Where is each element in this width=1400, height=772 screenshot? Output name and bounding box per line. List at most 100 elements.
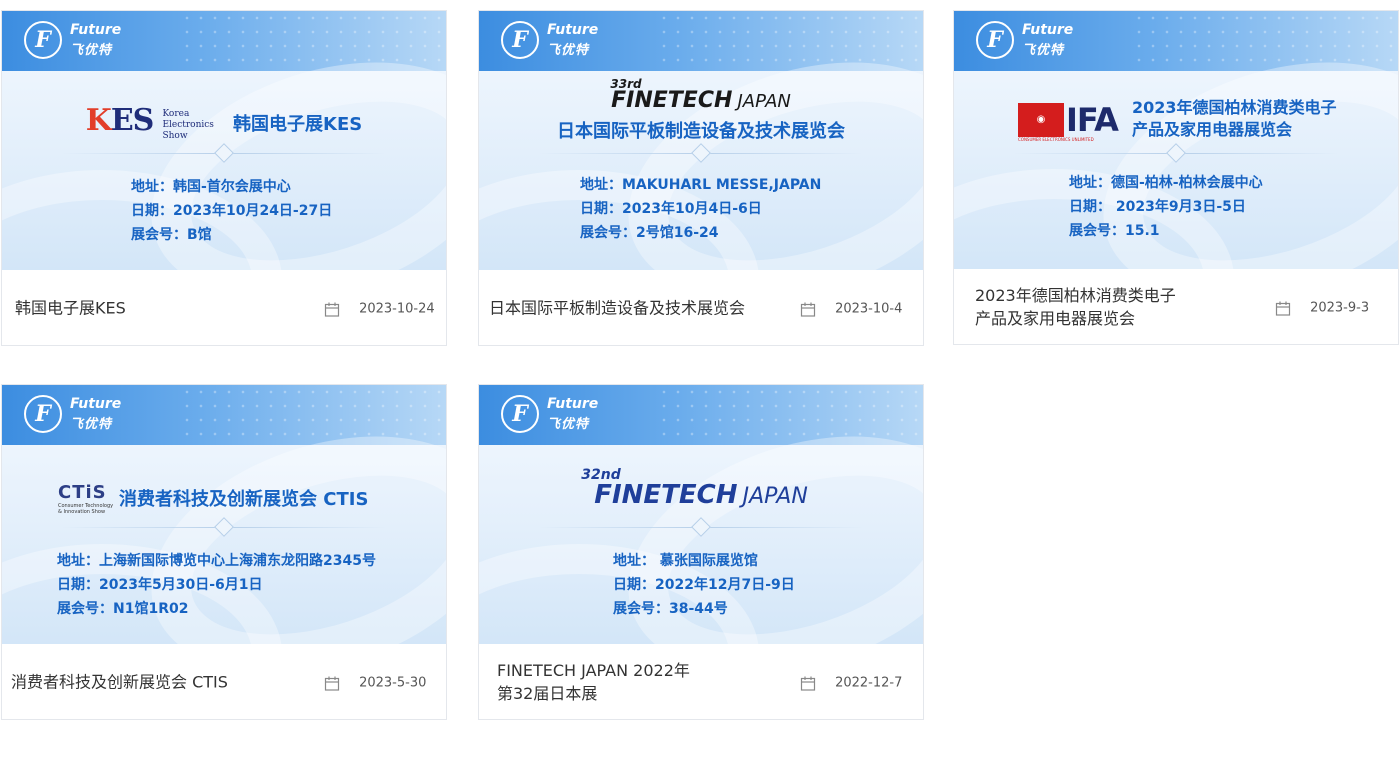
brand-name-en: Future xyxy=(1022,22,1074,38)
decorative-pattern xyxy=(179,11,446,71)
kes-logo-sub: Show xyxy=(162,131,188,141)
card-banner[interactable]: F Future 飞优特 KES Korea Electronics Show … xyxy=(2,11,446,270)
banner-info: 地址：德国-柏林-柏林会展中心 日期： 2023年9月3日-5日 展会号：15.… xyxy=(954,171,1398,243)
finetech-logo: 32nd FINETECH JAPAN xyxy=(479,467,923,510)
kes-logo-sub: Korea xyxy=(162,109,190,119)
card-title[interactable]: FINETECH JAPAN 2022年 第32届日本展 xyxy=(497,659,690,705)
banner-date: 日期： 2023年9月3日-5日 xyxy=(1069,199,1246,215)
brand-name-cn: 飞优特 xyxy=(70,417,113,432)
banner-booth: 展会号：15.1 xyxy=(1069,223,1160,239)
card-title-line: 产品及家用电器展览会 xyxy=(975,309,1136,328)
brand-name-en: Future xyxy=(70,396,122,412)
banner-info: 地址：韩国-首尔会展中心 日期：2023年10月24日-27日 展会号：B馆 xyxy=(2,175,446,247)
banner-date: 日期：2023年5月30日-6月1日 xyxy=(57,577,263,593)
card-banner[interactable]: F Future 飞优特 33rd FINETECH JAPAN 日本国际平板制… xyxy=(479,11,923,270)
exhibition-card-finetech-33[interactable]: F Future 飞优特 33rd FINETECH JAPAN 日本国际平板制… xyxy=(478,10,924,346)
date-text: 2022-12-7 xyxy=(835,675,903,691)
banner-date: 日期：2023年10月4日-6日 xyxy=(580,201,762,217)
card-footer: FINETECH JAPAN 2022年 第32届日本展 2022-12-7 xyxy=(479,644,923,719)
card-banner[interactable]: F Future 飞优特 ◉ IFA CONSUMER ELECTRONICS U… xyxy=(954,11,1398,269)
banner-booth: 展会号：N1馆1R02 xyxy=(57,601,189,617)
card-footer: 日本国际平板制造设备及技术展览会 2023-10-4 xyxy=(479,270,923,345)
ctis-logo: CTiS Consumer Technology & Innovation Sh… xyxy=(58,482,113,516)
ifa-emblem-icon: ◉ xyxy=(1018,103,1064,137)
japan-word: JAPAN xyxy=(737,91,791,112)
card-title-line: 日本国际平板制造设备及技术展览会 xyxy=(489,298,746,318)
exhibition-card-finetech-32[interactable]: F Future 飞优特 32nd FINETECH JAPAN 地址： 慕张国… xyxy=(478,384,924,720)
ifa-logo-text: IFA xyxy=(1066,101,1119,139)
banner-address: 地址：MAKUHARL MESSE,JAPAN xyxy=(580,177,822,193)
card-banner[interactable]: F Future 飞优特 CTiS Consumer Technology & … xyxy=(2,385,446,644)
card-date: 2023-10-4 xyxy=(800,299,902,318)
japan-word: JAPAN xyxy=(742,484,808,509)
date-text: 2023-5-30 xyxy=(359,675,427,691)
card-title[interactable]: 2023年德国柏林消费类电子 产品及家用电器展览会 xyxy=(975,284,1176,330)
card-date: 2022-12-7 xyxy=(800,673,902,692)
banner-title: 产品及家用电器展览会 xyxy=(1132,120,1293,139)
card-title[interactable]: 日本国际平板制造设备及技术展览会 xyxy=(489,297,745,320)
calendar-icon xyxy=(324,676,340,691)
banner-title-row: 日本国际平板制造设备及技术展览会 xyxy=(479,117,923,143)
banner-date: 日期：2023年10月24日-27日 xyxy=(131,203,333,219)
date-text: 2023-9-3 xyxy=(1310,300,1370,316)
banner-title-row: 消费者科技及创新展览会 CTIS xyxy=(119,485,368,511)
card-title-line: 消费者科技及创新展览会 CTIS xyxy=(11,672,228,692)
date-text: 2023-10-24 xyxy=(359,301,435,317)
card-banner[interactable]: F Future 飞优特 32nd FINETECH JAPAN 地址： 慕张国… xyxy=(479,385,923,644)
banner-info: 地址：MAKUHARL MESSE,JAPAN 日期：2023年10月4日-6日… xyxy=(479,173,923,245)
brand-name-cn: 飞优特 xyxy=(1022,43,1065,58)
calendar-icon xyxy=(800,676,816,691)
exhibition-card-kes[interactable]: F Future 飞优特 KES Korea Electronics Show … xyxy=(1,10,447,346)
future-logo-icon: F xyxy=(501,21,539,59)
calendar-icon xyxy=(800,302,816,317)
future-logo-icon: F xyxy=(24,21,62,59)
future-logo-icon: F xyxy=(976,21,1014,59)
date-text: 2023-10-4 xyxy=(835,301,903,317)
ctis-logo-text: CTiS xyxy=(58,482,107,503)
decorative-pattern xyxy=(1131,11,1398,71)
banner-title: 韩国电子展KES xyxy=(233,113,363,135)
banner-booth: 展会号：38-44号 xyxy=(613,601,728,617)
calendar-icon xyxy=(324,302,340,317)
finetech-word: FINETECH xyxy=(611,88,733,113)
decorative-pattern xyxy=(656,11,923,71)
kes-logo-sub: Electronics xyxy=(162,120,214,130)
banner-address: 地址： 慕张国际展览馆 xyxy=(613,553,758,569)
decorative-pattern xyxy=(179,385,446,445)
kes-logo: KES Korea Electronics Show xyxy=(85,103,214,141)
decorative-pattern xyxy=(656,385,923,445)
card-footer: 消费者科技及创新展览会 CTIS 2023-5-30 xyxy=(2,644,446,719)
banner-title: 日本国际平板制造设备及技术展览会 xyxy=(557,121,845,142)
calendar-icon xyxy=(1275,301,1291,316)
card-title-line: 韩国电子展KES xyxy=(15,298,126,318)
banner-address: 地址：上海新国际博览中心上海浦东龙阳路2345号 xyxy=(57,553,376,569)
brand-name-en: Future xyxy=(547,396,599,412)
card-title[interactable]: 韩国电子展KES xyxy=(15,297,126,320)
card-title[interactable]: 消费者科技及创新展览会 CTIS xyxy=(11,671,228,694)
banner-address: 地址：韩国-首尔会展中心 xyxy=(131,179,291,195)
card-title-line: FINETECH JAPAN 2022年 xyxy=(497,661,690,680)
ifa-logo: ◉ IFA CONSUMER ELECTRONICS UNLIMITED xyxy=(1018,101,1119,142)
card-footer: 2023年德国柏林消费类电子 产品及家用电器展览会 2023-9-3 xyxy=(954,269,1398,344)
banner-title-row: KES Korea Electronics Show 韩国电子展KES xyxy=(2,103,446,142)
exhibition-card-ctis[interactable]: F Future 飞优特 CTiS Consumer Technology & … xyxy=(1,384,447,720)
card-title-line: 2023年德国柏林消费类电子 xyxy=(975,286,1176,305)
card-date: 2023-5-30 xyxy=(324,673,426,692)
banner-date: 日期：2022年12月7日-9日 xyxy=(613,577,795,593)
future-logo-icon: F xyxy=(24,395,62,433)
banner-booth: 展会号：2号馆16-24 xyxy=(580,225,719,241)
banner-info: 地址：上海新国际博览中心上海浦东龙阳路2345号 日期：2023年5月30日-6… xyxy=(2,549,446,621)
finetech-logo: 33rd FINETECH JAPAN xyxy=(479,77,923,113)
brand-name-en: Future xyxy=(547,22,599,38)
ctis-logo-sub: & Innovation Show xyxy=(58,509,106,515)
banner-title-block: 2023年德国柏林消费类电子 产品及家用电器展览会 xyxy=(1132,97,1337,141)
card-date: 2023-10-24 xyxy=(324,299,435,318)
banner-booth: 展会号：B馆 xyxy=(131,227,212,243)
exhibition-card-ifa[interactable]: F Future 飞优特 ◉ IFA CONSUMER ELECTRONICS U… xyxy=(953,10,1399,345)
banner-info: 地址： 慕张国际展览馆 日期：2022年12月7日-9日 展会号：38-44号 xyxy=(479,549,923,621)
card-footer: 韩国电子展KES 2023-10-24 xyxy=(2,270,446,345)
banner-title: 2023年德国柏林消费类电子 xyxy=(1132,98,1337,117)
brand-name-en: Future xyxy=(70,22,122,38)
finetech-word: FINETECH xyxy=(594,480,738,510)
exhibition-grid: F Future 飞优特 KES Korea Electronics Show … xyxy=(0,0,1400,772)
